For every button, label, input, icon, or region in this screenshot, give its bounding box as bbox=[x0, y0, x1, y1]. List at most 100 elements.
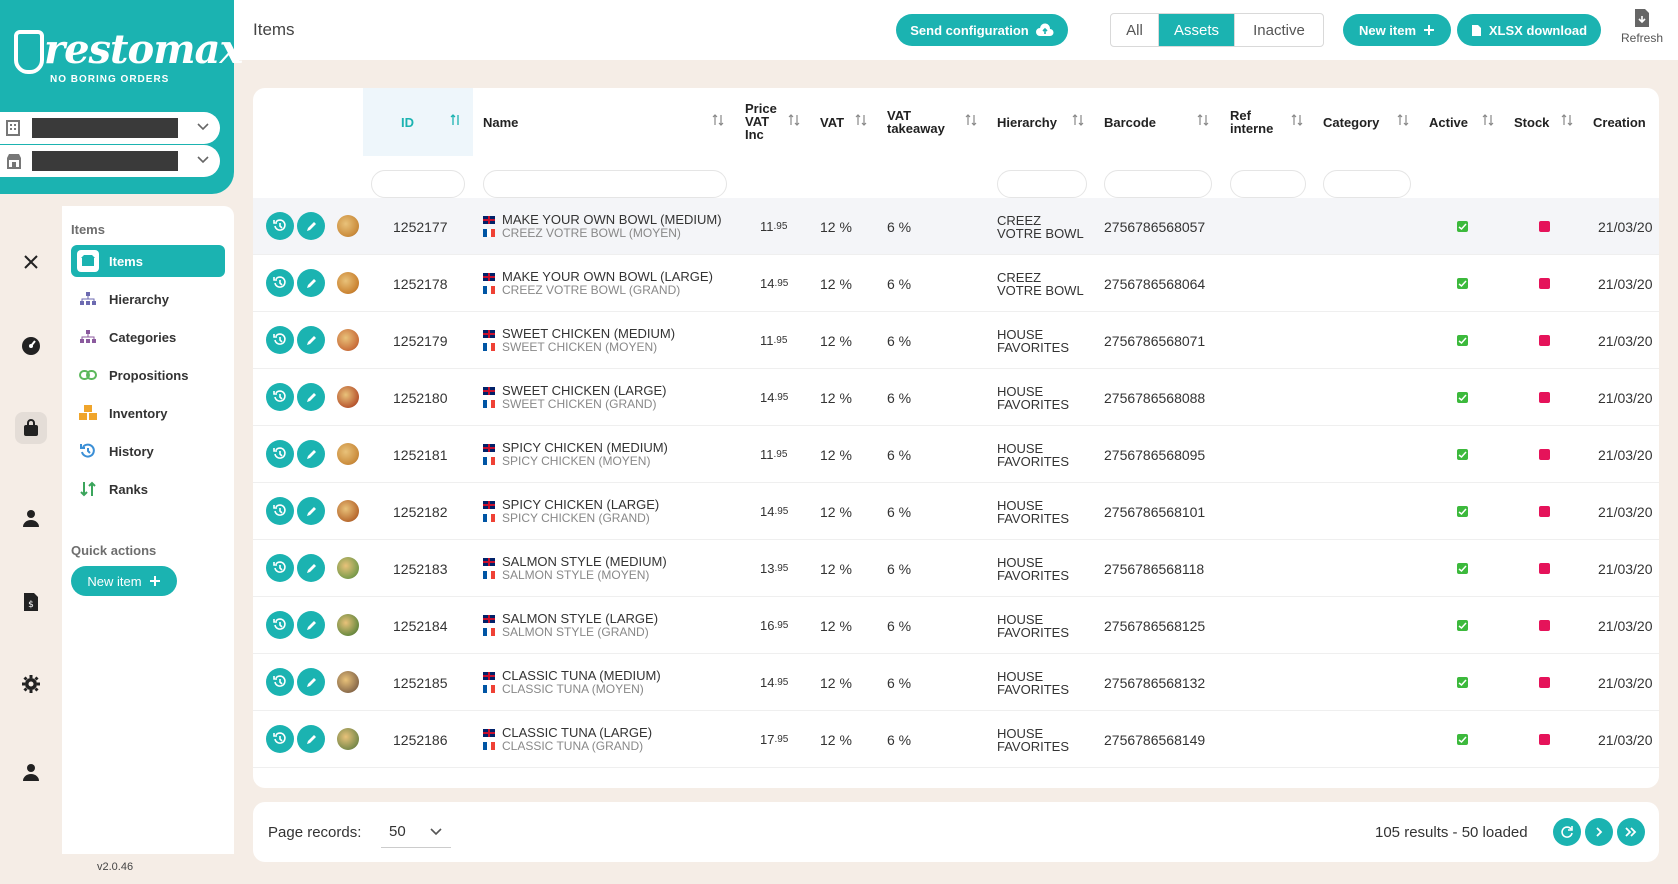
close-icon[interactable] bbox=[15, 246, 47, 278]
table-row[interactable]: 1252180 SWEET CHICKEN (LARGE) SWEET CHICKE… bbox=[253, 369, 1659, 426]
edit-button[interactable] bbox=[297, 269, 325, 297]
sidebar-item-propositions[interactable]: Propositions bbox=[71, 359, 225, 391]
filter-input-category[interactable] bbox=[1323, 170, 1411, 198]
column-header-name[interactable]: Name bbox=[483, 116, 518, 129]
stock-indicator[interactable] bbox=[1539, 563, 1550, 574]
column-header-barcode[interactable]: Barcode bbox=[1104, 116, 1156, 129]
active-checkbox[interactable] bbox=[1457, 734, 1468, 745]
column-header-creation[interactable]: Creation bbox=[1593, 116, 1646, 129]
sort-icon[interactable] bbox=[1072, 114, 1086, 128]
history-button[interactable] bbox=[266, 497, 294, 525]
edit-button[interactable] bbox=[297, 611, 325, 639]
filter-input-name[interactable] bbox=[483, 170, 727, 198]
history-button[interactable] bbox=[266, 611, 294, 639]
column-header-price[interactable]: Price VAT Inc bbox=[745, 102, 777, 141]
stock-indicator[interactable] bbox=[1539, 278, 1550, 289]
table-row[interactable]: 1252186 CLASSIC TUNA (LARGE) CLASSIC TUNA … bbox=[253, 711, 1659, 768]
sort-icon[interactable] bbox=[1291, 114, 1305, 128]
active-checkbox[interactable] bbox=[1457, 335, 1468, 346]
active-checkbox[interactable] bbox=[1457, 563, 1468, 574]
sort-icon[interactable] bbox=[1482, 114, 1496, 128]
table-row[interactable]: 1252181 SPICY CHICKEN (MEDIUM) SPICY CHICK… bbox=[253, 426, 1659, 483]
history-button[interactable] bbox=[266, 440, 294, 468]
edit-button[interactable] bbox=[297, 326, 325, 354]
column-header-category[interactable]: Category bbox=[1323, 116, 1379, 129]
edit-button[interactable] bbox=[297, 668, 325, 696]
stock-indicator[interactable] bbox=[1539, 392, 1550, 403]
sidebar-item-inventory[interactable]: Inventory bbox=[71, 397, 225, 429]
column-header-vat-takeaway[interactable]: VAT takeaway bbox=[887, 109, 945, 135]
column-header-vat[interactable]: VAT bbox=[820, 116, 844, 129]
table-row[interactable]: 1252182 SPICY CHICKEN (LARGE) SPICY CHICKE… bbox=[253, 483, 1659, 540]
sidebar-item-hierarchy[interactable]: Hierarchy bbox=[71, 283, 225, 315]
stock-indicator[interactable] bbox=[1539, 449, 1550, 460]
stock-indicator[interactable] bbox=[1539, 620, 1550, 631]
sidebar-item-items[interactable]: Items bbox=[71, 245, 225, 277]
reload-button[interactable] bbox=[1553, 818, 1581, 846]
active-checkbox[interactable] bbox=[1457, 620, 1468, 631]
history-button[interactable] bbox=[266, 725, 294, 753]
history-button[interactable] bbox=[266, 383, 294, 411]
next-page-button[interactable] bbox=[1585, 818, 1613, 846]
sidebar-item-ranks[interactable]: Ranks bbox=[71, 473, 225, 505]
table-row[interactable]: 1252177 MAKE YOUR OWN BOWL (MEDIUM) CREEZ … bbox=[253, 198, 1659, 255]
sort-icon[interactable] bbox=[1197, 114, 1211, 128]
stock-indicator[interactable] bbox=[1539, 734, 1550, 745]
filter-all-button[interactable]: All bbox=[1111, 14, 1159, 46]
active-checkbox[interactable] bbox=[1457, 677, 1468, 688]
table-row[interactable]: 1252184 SALMON STYLE (LARGE) SALMON STYLE … bbox=[253, 597, 1659, 654]
user-tie-icon[interactable] bbox=[15, 502, 47, 534]
filter-assets-button[interactable]: Assets bbox=[1159, 14, 1235, 46]
sort-icon[interactable] bbox=[788, 114, 802, 128]
sort-icon[interactable] bbox=[965, 114, 979, 128]
store-select[interactable] bbox=[0, 145, 220, 177]
company-select[interactable] bbox=[0, 112, 220, 144]
last-page-button[interactable] bbox=[1617, 818, 1645, 846]
history-button[interactable] bbox=[266, 269, 294, 297]
edit-button[interactable] bbox=[297, 725, 325, 753]
edit-button[interactable] bbox=[297, 440, 325, 468]
active-checkbox[interactable] bbox=[1457, 278, 1468, 289]
active-checkbox[interactable] bbox=[1457, 449, 1468, 460]
stock-indicator[interactable] bbox=[1539, 677, 1550, 688]
history-button[interactable] bbox=[266, 554, 294, 582]
sort-icon[interactable] bbox=[1561, 114, 1575, 128]
quick-new-item-button[interactable]: New item bbox=[71, 566, 177, 596]
column-header-hierarchy[interactable]: Hierarchy bbox=[997, 116, 1057, 129]
xlsx-download-button[interactable]: XLSX download bbox=[1457, 14, 1601, 46]
column-header-stock[interactable]: Stock bbox=[1514, 116, 1549, 129]
edit-button[interactable] bbox=[297, 212, 325, 240]
table-row[interactable]: 1252183 SALMON STYLE (MEDIUM) SALMON STYLE… bbox=[253, 540, 1659, 597]
filter-input-barcode[interactable] bbox=[1104, 170, 1212, 198]
sort-icon[interactable] bbox=[712, 114, 726, 128]
table-row[interactable]: 1252178 MAKE YOUR OWN BOWL (LARGE) CREEZ V… bbox=[253, 255, 1659, 312]
new-item-button[interactable]: New item bbox=[1343, 14, 1451, 46]
active-checkbox[interactable] bbox=[1457, 392, 1468, 403]
filter-inactive-button[interactable]: Inactive bbox=[1235, 14, 1323, 46]
stock-indicator[interactable] bbox=[1539, 335, 1550, 346]
sidebar-item-history[interactable]: History bbox=[71, 435, 225, 467]
page-records-select[interactable]: 50 bbox=[381, 816, 451, 848]
user-icon[interactable] bbox=[15, 756, 47, 788]
table-row[interactable]: 1252179 SWEET CHICKEN (MEDIUM) SWEET CHICK… bbox=[253, 312, 1659, 369]
table-row[interactable]: 1252185 CLASSIC TUNA (MEDIUM) CLASSIC TUNA… bbox=[253, 654, 1659, 711]
history-button[interactable] bbox=[266, 212, 294, 240]
sidebar-item-categories[interactable]: Categories bbox=[71, 321, 225, 353]
history-button[interactable] bbox=[266, 326, 294, 354]
filter-input-hierarchy[interactable] bbox=[997, 170, 1087, 198]
history-button[interactable] bbox=[266, 668, 294, 696]
column-header-ref-interne[interactable]: Ref interne bbox=[1230, 109, 1273, 135]
invoice-icon[interactable]: $ bbox=[15, 586, 47, 618]
column-header-active[interactable]: Active bbox=[1429, 116, 1468, 129]
column-header-id[interactable]: ID bbox=[401, 116, 414, 129]
gear-icon[interactable] bbox=[15, 668, 47, 700]
sort-asc-icon[interactable] bbox=[450, 114, 464, 128]
filter-input-id[interactable] bbox=[371, 170, 465, 198]
active-checkbox[interactable] bbox=[1457, 221, 1468, 232]
refresh-button[interactable]: Refresh bbox=[1612, 8, 1672, 45]
dashboard-gauge-icon[interactable] bbox=[15, 330, 47, 362]
edit-button[interactable] bbox=[297, 383, 325, 411]
stock-indicator[interactable] bbox=[1539, 506, 1550, 517]
stock-indicator[interactable] bbox=[1539, 221, 1550, 232]
active-checkbox[interactable] bbox=[1457, 506, 1468, 517]
